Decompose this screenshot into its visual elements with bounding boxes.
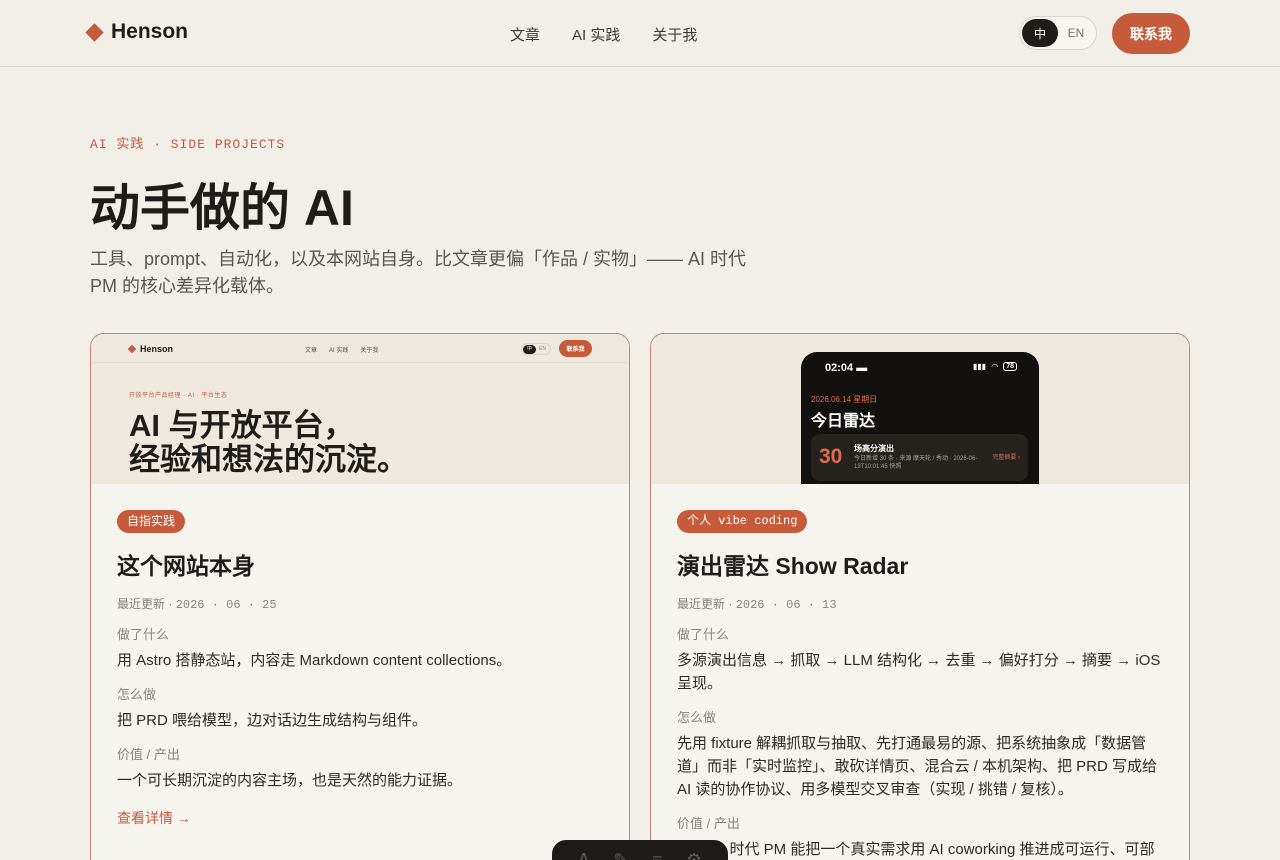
section-label-what: 做了什么 <box>117 627 170 642</box>
card-tag: 个人 vibe coding <box>677 510 808 533</box>
main-nav: 文章 AI 实践 关于我 <box>510 24 697 45</box>
section-text-value: 一个可长期沉淀的内容主场，也是天然的能力证据。 <box>117 772 463 789</box>
project-card-website[interactable]: Henson 文章 AI 实践 关于我 中 EN 联系我 开放平台产品经理 · … <box>90 333 630 860</box>
section-text-what: 用 Astro 搭静态站，内容走 Markdown content collec… <box>117 652 512 669</box>
phone-count: 30 <box>819 445 843 468</box>
text-tool-icon[interactable]: A <box>578 850 590 860</box>
phone-summary-card: 30 场高分演出 今日新增 30 条 · 来源 摩天轮 / 秀动 · 2026-… <box>811 434 1028 481</box>
brand-logo[interactable]: Henson <box>85 20 189 44</box>
brand-name: Henson <box>111 20 189 43</box>
card-meta: 最近更新 · 2026 · 06 · 13 <box>677 595 1163 612</box>
phone-heading: 今日雷达 <box>811 413 876 430</box>
phone-date: 2026.06.14 星期日 <box>811 395 878 404</box>
card-thumbnail-show-radar: 02:04 ▬ ▮▮▮ ◠ 78 2026.06.14 星期日 今日雷达 30 … <box>651 334 1189 484</box>
phone-time: 02:04 ▬ <box>825 362 867 374</box>
thumb-lang-en: EN <box>539 346 546 352</box>
thumb-nav-item: 文章 <box>305 348 318 354</box>
meta-date: 2026 · 06 · 13 <box>735 598 837 612</box>
site-header: Henson 文章 AI 实践 关于我 中 EN 联系我 <box>0 0 1280 67</box>
card-thumbnail-website: Henson 文章 AI 实践 关于我 中 EN 联系我 开放平台产品经理 · … <box>91 334 629 484</box>
diamond-icon <box>85 22 104 42</box>
phone-card-title: 场高分演出 <box>854 444 894 453</box>
thumb-eyebrow: 开放平台产品经理 · AI · 平台生态 <box>129 393 228 399</box>
section-text-value: 证明 AI 时代 PM 能把一个真实需求用 AI coworking 推进成可运… <box>677 841 1155 858</box>
thumb-nav-item: AI 实践 <box>329 348 349 354</box>
section-text-how: 把 PRD 喂给模型，边对话边生成结构与组件。 <box>117 712 428 729</box>
nav-item-about[interactable]: 关于我 <box>652 24 697 45</box>
section-text-how: 先用 fixture 解耦抓取与抽取、先打通最易的源、把系统抽象成「数据管道」而… <box>677 735 1158 798</box>
lang-option-zh[interactable]: 中 <box>1022 19 1058 47</box>
thumb-contact-button: 联系我 <box>559 340 592 357</box>
page-title: 动手做的 AI <box>90 180 354 236</box>
card-tag: 自指实践 <box>117 510 186 533</box>
phone-time-value: 02:04 <box>825 362 854 374</box>
nav-item-articles[interactable]: 文章 <box>510 24 540 45</box>
section-text-what: 多源演出信息 → 抓取 → LLM 结构化 → 去重 → 偏好打分 → 摘要 →… <box>677 652 1161 692</box>
card-body: 个人 vibe coding 演出雷达 Show Radar 最近更新 · 20… <box>677 510 1163 860</box>
bed-icon: ▬ <box>856 362 868 374</box>
section-label-how: 怎么做 <box>117 687 157 702</box>
phone-mockup: 02:04 ▬ ▮▮▮ ◠ 78 2026.06.14 星期日 今日雷达 30 … <box>801 352 1039 484</box>
thumb-title-line: 经验和想法的沉淀。 <box>129 442 408 477</box>
contact-button[interactable]: 联系我 <box>1112 13 1190 54</box>
meta-separator: · <box>728 597 736 611</box>
lang-option-en[interactable]: EN <box>1058 19 1094 47</box>
phone-card-detail: 今日新增 30 条 · 来源 摩天轮 / 秀动 · 2026-06-13T10:… <box>854 456 978 470</box>
thumb-nav-item: 关于我 <box>360 348 379 354</box>
section-label-what: 做了什么 <box>677 627 730 642</box>
card-title[interactable]: 这个网站本身 <box>117 547 603 581</box>
section-label-value: 价值 / 产出 <box>117 747 180 762</box>
thumb-diamond-icon <box>127 344 137 354</box>
battery-icon: 78 <box>1003 362 1017 371</box>
section-eyebrow: AI 实践 · SIDE PROJECTS <box>90 137 286 152</box>
meta-label: 最近更新 <box>117 597 166 611</box>
section-label-how: 怎么做 <box>677 710 717 725</box>
floating-toolbar: A ✎ ≡ ⚙ <box>552 840 728 860</box>
nav-item-ai-practice[interactable]: AI 实践 <box>572 24 620 45</box>
thumb-mini-header: Henson 文章 AI 实践 关于我 中 EN 联系我 <box>91 334 629 363</box>
thumb-title-line: AI 与开放平台， <box>129 408 355 443</box>
thumb-nav: 文章 AI 实践 关于我 <box>305 345 378 354</box>
thumb-brand: Henson <box>127 344 174 354</box>
pen-tool-icon[interactable]: ✎ <box>613 850 628 860</box>
thumb-hero-title: AI 与开放平台， 经验和想法的沉淀。 <box>129 409 408 477</box>
view-details-link[interactable]: 查看详情 → <box>117 808 603 828</box>
meta-date: 2026 · 06 · 25 <box>175 598 277 612</box>
meta-label: 最近更新 <box>677 597 726 611</box>
wifi-icon: ◠ <box>991 362 999 371</box>
page-subtitle: 工具、prompt、自动化，以及本网站自身。比文章更偏「作品 / 实物」—— A… <box>90 249 747 296</box>
thumb-lang-toggle: 中 EN <box>521 343 551 355</box>
thumb-lang-zh: 中 <box>523 344 536 354</box>
card-meta: 最近更新 · 2026 · 06 · 25 <box>117 595 603 612</box>
language-toggle[interactable]: 中 EN <box>1019 16 1097 50</box>
signal-icon: ▮▮▮ <box>973 362 987 371</box>
card-body: 自指实践 这个网站本身 最近更新 · 2026 · 06 · 25 做了什么 用… <box>117 510 603 828</box>
project-card-show-radar[interactable]: 02:04 ▬ ▮▮▮ ◠ 78 2026.06.14 星期日 今日雷达 30 … <box>650 333 1190 860</box>
thumb-brand-name: Henson <box>140 344 174 354</box>
meta-separator: · <box>168 597 176 611</box>
settings-tool-icon[interactable]: ⚙ <box>686 850 702 860</box>
phone-status-bar: ▮▮▮ ◠ 78 <box>973 362 1017 371</box>
card-title[interactable]: 演出雷达 Show Radar <box>677 547 1163 581</box>
section-label-value: 价值 / 产出 <box>677 816 740 831</box>
list-tool-icon[interactable]: ≡ <box>652 850 663 860</box>
phone-card-link: 完整摘要 › <box>992 455 1020 461</box>
